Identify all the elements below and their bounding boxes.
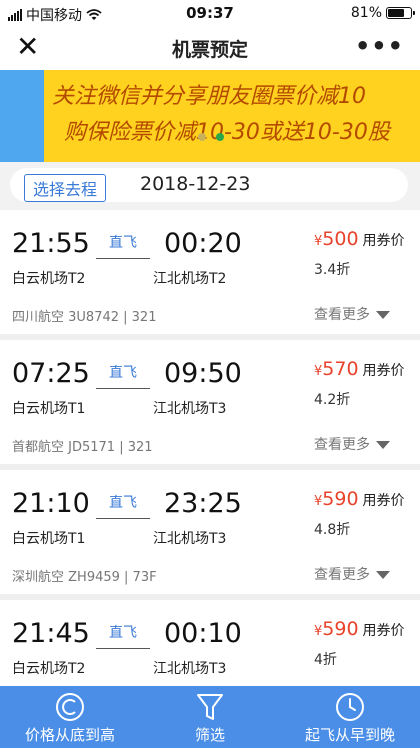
travel-date: 2018-12-23 <box>140 173 251 195</box>
arrival-time: 23:25 <box>164 488 242 519</box>
discount: 4折 <box>314 652 337 668</box>
price-label: 用券价 <box>362 233 405 249</box>
arrival-time: 00:20 <box>164 228 242 259</box>
chevron-down-icon <box>376 311 390 319</box>
price-value: 590 <box>322 488 359 510</box>
departure-airport: 白云机场T1 <box>12 531 86 547</box>
filter-label: 筛选 <box>194 726 225 744</box>
view-more-link[interactable]: 查看更多 <box>314 564 390 584</box>
price-value: 590 <box>322 618 359 640</box>
promo-banner[interactable]: 关注微信并分享朋友圈票价减10 购保险票价减10-30或送10-30股 <box>0 70 420 162</box>
view-more-link[interactable]: 查看更多 <box>314 304 390 324</box>
flight-card[interactable]: 21:10 直飞 23:25 白云机场T1 江北机场T3 ¥590 用券价 4.8… <box>0 470 420 594</box>
sort-by-time-button[interactable]: 起飞从早到晚 <box>280 686 420 748</box>
clock-icon <box>336 693 364 721</box>
view-more-label: 查看更多 <box>314 567 370 583</box>
price: ¥590 用券价 <box>314 618 405 640</box>
departure-time: 21:55 <box>12 228 90 259</box>
banner-line-1: 关注微信并分享朋友圈票价减10 <box>52 84 366 109</box>
sort-by-price-button[interactable]: 价格从底到高 <box>0 686 140 748</box>
arrival-airport: 江北机场T3 <box>153 401 227 417</box>
departure-airport: 白云机场T1 <box>12 401 86 417</box>
price: ¥500 用券价 <box>314 228 405 250</box>
departure-time: 21:10 <box>12 488 90 519</box>
direct-flight-label: 直飞 <box>96 622 150 649</box>
status-bar: 中国移动 09:37 81% <box>0 0 420 26</box>
airline-info: 首都航空 JD5171 | 321 <box>12 440 153 455</box>
price: ¥590 用券价 <box>314 488 405 510</box>
arrival-time: 09:50 <box>164 358 242 389</box>
date-selector[interactable]: 选择去程 2018-12-23 <box>10 168 408 202</box>
departure-time: 07:25 <box>12 358 90 389</box>
arrival-airport: 江北机场T3 <box>153 661 227 677</box>
banner-indicator-dot-active <box>216 133 224 141</box>
filter-icon <box>197 694 223 720</box>
arrival-airport: 江北机场T2 <box>153 271 227 287</box>
filter-button[interactable]: 筛选 <box>140 686 280 748</box>
departure-time: 21:45 <box>12 618 90 649</box>
view-more-label: 查看更多 <box>314 307 370 323</box>
flight-card[interactable]: 07:25 直飞 09:50 白云机场T1 江北机场T3 ¥570 用券价 4.2… <box>0 340 420 464</box>
copyright-circle-icon <box>56 693 84 721</box>
price-label: 用券价 <box>362 493 405 509</box>
flight-card[interactable]: 21:55 直飞 00:20 白云机场T2 江北机场T2 ¥500 用券价 3.4… <box>0 210 420 334</box>
chevron-down-icon <box>376 571 390 579</box>
arrival-time: 00:10 <box>164 618 242 649</box>
battery-percent: 81% <box>350 5 382 21</box>
sort-by-time-label: 起飞从早到晚 <box>304 726 395 744</box>
nav-bar: ✕ 机票预定 ••• <box>0 26 420 70</box>
airline-info: 深圳航空 ZH9459 | 73F <box>12 570 157 585</box>
arrival-airport: 江北机场T3 <box>153 531 227 547</box>
price-value: 570 <box>322 358 359 380</box>
discount: 3.4折 <box>314 262 351 278</box>
departure-airport: 白云机场T2 <box>12 271 86 287</box>
battery-icon <box>386 7 415 19</box>
discount: 4.8折 <box>314 522 351 538</box>
view-more-label: 查看更多 <box>314 437 370 453</box>
sort-by-price-label: 价格从底到高 <box>24 726 115 744</box>
banner-indicator-dot <box>198 133 206 141</box>
status-right: 81% <box>350 5 415 21</box>
airline-info: 四川航空 3U8742 | 321 <box>12 310 157 325</box>
bottom-toolbar: 价格从底到高 筛选 起飞从早到晚 <box>0 686 420 748</box>
departure-airport: 白云机场T2 <box>12 661 86 677</box>
direct-flight-label: 直飞 <box>96 362 150 389</box>
select-outbound-tag[interactable]: 选择去程 <box>24 174 107 202</box>
banner-side-panel <box>0 70 44 162</box>
direct-flight-label: 直飞 <box>96 492 150 519</box>
price-label: 用券价 <box>362 363 405 379</box>
view-more-link[interactable]: 查看更多 <box>314 434 390 454</box>
direct-flight-label: 直飞 <box>96 232 150 259</box>
price: ¥570 用券价 <box>314 358 405 380</box>
discount: 4.2折 <box>314 392 351 408</box>
price-label: 用券价 <box>362 623 405 639</box>
date-row: 选择去程 2018-12-23 <box>0 162 420 210</box>
price-value: 500 <box>322 228 359 250</box>
more-menu-icon[interactable]: ••• <box>355 32 404 60</box>
chevron-down-icon <box>376 441 390 449</box>
banner-line-2: 购保险票价减10-30或送10-30股 <box>64 120 390 145</box>
